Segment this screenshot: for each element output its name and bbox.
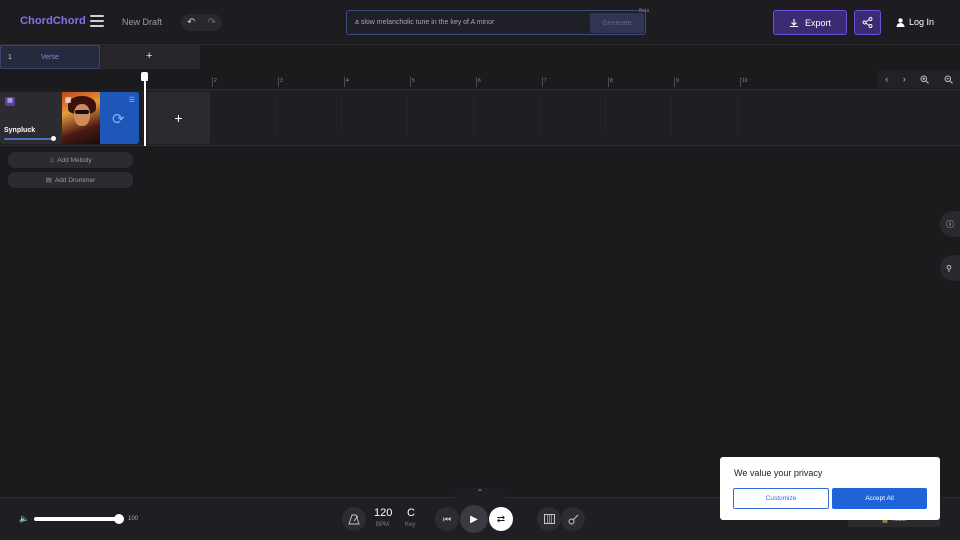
- instrument-icon: ▦: [5, 97, 15, 106]
- instrument-artwork[interactable]: ▦: [62, 92, 100, 144]
- bpm-label: BPM: [376, 522, 390, 528]
- grid-line: [275, 92, 276, 134]
- track-volume-slider[interactable]: [4, 138, 54, 140]
- track-card-synpluck[interactable]: ▦ Synpluck ▦ ☰ ⟳: [0, 92, 139, 144]
- playhead-line: [144, 80, 146, 146]
- section-name[interactable]: Verse: [41, 54, 59, 61]
- ruler-tick: 3: [278, 77, 283, 87]
- add-drummer-label: Add Drummer: [54, 176, 96, 184]
- generate-button[interactable]: Generate: [590, 13, 644, 33]
- volume-value: 100: [128, 516, 139, 522]
- loop-clip[interactable]: ☰ ⟳: [100, 92, 139, 144]
- grid-line: [737, 92, 738, 134]
- privacy-title: We value your privacy: [734, 468, 823, 478]
- guitar-button[interactable]: [561, 507, 585, 531]
- piano-button[interactable]: [537, 507, 561, 531]
- zoom-out-icon[interactable]: [944, 75, 953, 84]
- piano-icon: [543, 514, 555, 524]
- export-button[interactable]: Export: [773, 10, 847, 35]
- customize-button[interactable]: Customize: [733, 488, 829, 509]
- user-icon: [896, 17, 905, 27]
- track-volume-knob[interactable]: [51, 136, 56, 141]
- tune-button[interactable]: ⚲: [940, 255, 960, 281]
- export-label: Export: [804, 17, 831, 28]
- grid-line: [473, 92, 474, 134]
- privacy-dialog: We value your privacy Customize Accept A…: [720, 457, 940, 520]
- scroll-right-icon[interactable]: ›: [903, 74, 906, 84]
- artwork-face: [74, 104, 90, 126]
- share-button[interactable]: [854, 10, 881, 35]
- play-icon: ▶: [470, 513, 478, 525]
- volume-icon[interactable]: 🔈: [19, 514, 29, 523]
- ruler-tick: 5: [410, 77, 415, 87]
- ruler-tick: 7: [542, 77, 547, 87]
- undo-redo-group: ↶ ↷: [181, 14, 222, 31]
- add-melody-label: Add Melody: [57, 156, 92, 164]
- metronome-icon: [348, 514, 360, 524]
- grid-line: [341, 92, 342, 134]
- music-note-icon: ♫: [49, 156, 55, 164]
- menu-icon[interactable]: [90, 15, 104, 27]
- grid-line: [605, 92, 606, 134]
- master-volume-knob[interactable]: [114, 514, 124, 524]
- prompt-input[interactable]: a slow melancholic tune in the key of A …: [346, 10, 646, 35]
- drum-icon: ▤: [45, 177, 52, 184]
- add-clip-button[interactable]: +: [147, 92, 210, 144]
- grid-line: [539, 92, 540, 134]
- play-button[interactable]: ▶: [460, 505, 488, 533]
- add-section-button[interactable]: +: [146, 50, 152, 62]
- header: ChordChord New Draft ↶ ↷ a slow melancho…: [0, 0, 960, 45]
- bpm-value[interactable]: 120: [374, 507, 392, 519]
- share-icon: [862, 17, 873, 28]
- artwork-glasses: [75, 110, 89, 114]
- section-tab-verse[interactable]: 1 Verse: [0, 45, 100, 69]
- login-label: Log In: [909, 17, 935, 27]
- rewind-button[interactable]: ⏮: [435, 507, 459, 531]
- key-value[interactable]: C: [407, 507, 415, 519]
- logo[interactable]: ChordChord: [20, 15, 86, 27]
- grid-line: [671, 92, 672, 134]
- download-icon: [789, 18, 798, 27]
- ruler-tick: 6: [476, 77, 481, 87]
- help-icon: ⓘ: [946, 219, 954, 229]
- grid-icon[interactable]: ▦: [65, 96, 72, 104]
- undo-icon[interactable]: ↶: [187, 17, 195, 28]
- chevron-up-icon: ⌃: [476, 488, 484, 497]
- add-drummer-button[interactable]: ▤ Add Drummer: [8, 172, 133, 188]
- list-icon[interactable]: ☰: [129, 96, 135, 104]
- timeline-ruler[interactable]: 2 3 4 5 6 7 8 9 10: [145, 76, 960, 90]
- ruler-tick: 9: [674, 77, 679, 87]
- ruler-tick: 10: [740, 77, 748, 87]
- section-number: 1: [8, 54, 12, 61]
- accept-all-button[interactable]: Accept All: [832, 488, 927, 509]
- expand-panel-button[interactable]: ⌃: [455, 488, 505, 498]
- loop-toggle[interactable]: ⇄: [489, 507, 513, 531]
- repeat-icon: ⇄: [496, 513, 506, 525]
- ruler-tick: 4: [344, 77, 349, 87]
- prompt-text: a slow melancholic tune in the key of A …: [355, 19, 495, 26]
- loop-icon: ⟳: [112, 111, 125, 128]
- draft-name[interactable]: New Draft: [122, 17, 162, 27]
- skip-back-icon: ⏮: [442, 513, 452, 524]
- master-volume-slider[interactable]: [34, 517, 120, 521]
- ruler-tick: 2: [212, 77, 217, 87]
- help-button[interactable]: ⓘ: [940, 211, 960, 237]
- zoom-in-icon[interactable]: [920, 75, 930, 84]
- add-melody-button[interactable]: ♫ Add Melody: [8, 152, 133, 168]
- key-label: Key: [405, 522, 416, 528]
- redo-icon[interactable]: ↷: [208, 17, 216, 28]
- section-bar: 1 Verse +: [0, 45, 200, 69]
- beta-badge: Beta: [639, 8, 650, 14]
- scroll-left-icon[interactable]: ‹: [885, 74, 888, 84]
- ruler-tick: 8: [608, 77, 613, 87]
- grid-line: [407, 92, 408, 134]
- wrench-icon: ⚲: [946, 263, 952, 273]
- login-button[interactable]: Log In: [896, 17, 934, 27]
- track-name[interactable]: Synpluck: [4, 127, 35, 134]
- guitar-icon: [568, 514, 578, 524]
- metronome-button[interactable]: [342, 507, 366, 531]
- timeline-nav-controls: ‹ ›: [878, 70, 960, 88]
